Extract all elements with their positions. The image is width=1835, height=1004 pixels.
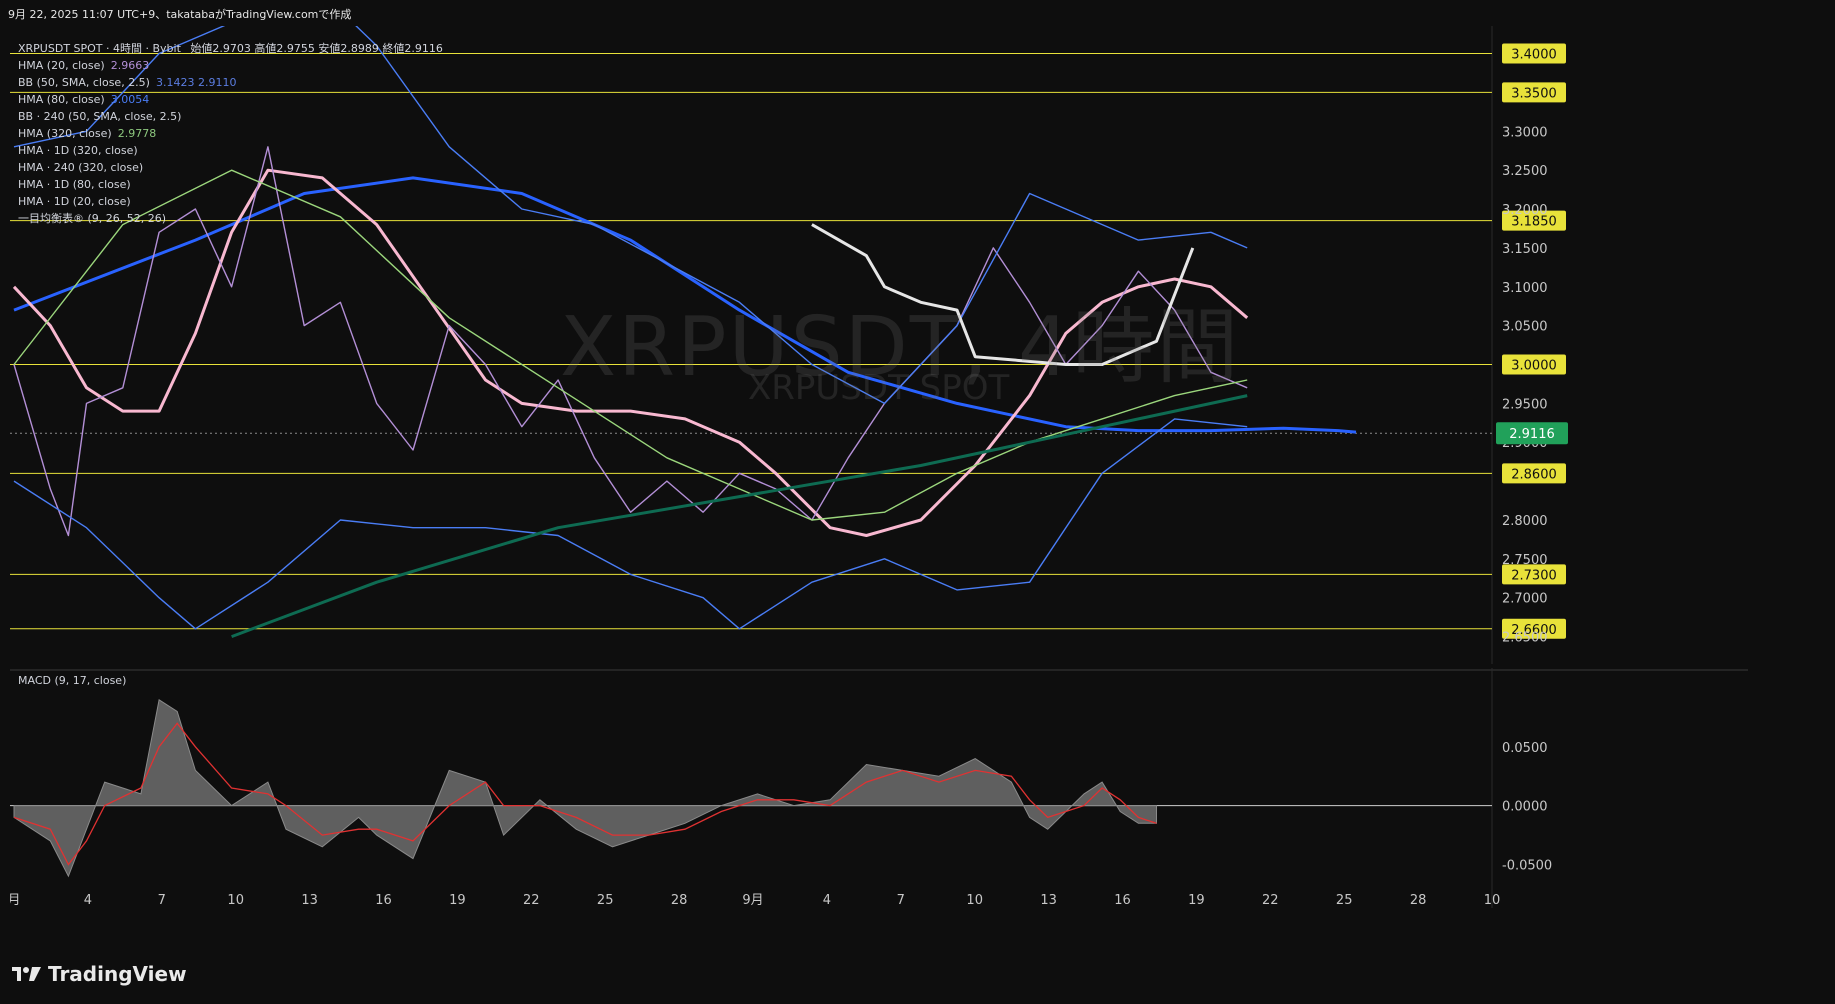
level-tag-label: 3.4000 [1511, 48, 1557, 63]
x-tick-label: 4 [84, 893, 92, 908]
x-tick-label: 22 [1262, 893, 1279, 908]
x-tick-label: 25 [597, 893, 614, 908]
legend-label: BB · 240 (50, SMA, close, 2.5) [18, 110, 182, 123]
macd-y-tick-label: 0.0000 [1502, 800, 1548, 815]
y-tick-label: 3.1500 [1502, 242, 1548, 257]
legend-row[interactable]: BB (50, SMA, close, 2.5) 3.1423 2.9110 [18, 74, 443, 91]
legend-label: 一目均衡表® (9, 26, 52, 26) [18, 212, 167, 225]
legend-value: 3.0054 [110, 93, 150, 106]
legend-row[interactable]: HMA · 1D (320, close) [18, 142, 443, 159]
macd-y-tick-label: 0.0500 [1502, 741, 1548, 756]
y-tick-label: 3.0500 [1502, 320, 1548, 335]
legend-label: HMA (20, close) [18, 59, 105, 72]
x-tick-label: 7 [897, 893, 905, 908]
x-tick-label: 16 [1114, 893, 1131, 908]
x-tick-label: 10 [966, 893, 983, 908]
legend-row[interactable]: HMA (80, close) 3.0054 [18, 91, 443, 108]
x-tick-label: 7 [158, 893, 166, 908]
y-tick-label: 2.7000 [1502, 592, 1548, 607]
level-tag-label: 3.0000 [1511, 358, 1557, 373]
x-tick-label: 9月 [742, 893, 763, 908]
macd-y-tick-label: -0.0500 [1502, 858, 1552, 873]
legend-rows: HMA (20, close) 2.9663 BB (50, SMA, close,… [18, 57, 443, 227]
x-tick-label: 月 [10, 893, 21, 908]
legend-label: HMA · 240 (320, close) [18, 161, 144, 174]
header-caption: 9月 22, 2025 11:07 UTC+9、takatabaがTrading… [8, 8, 352, 21]
legend-label: HMA (80, close) [18, 93, 105, 106]
legend-row[interactable]: BB · 240 (50, SMA, close, 2.5) [18, 108, 443, 125]
legend-row[interactable]: HMA · 1D (80, close) [18, 176, 443, 193]
x-tick-label: 10 [227, 893, 244, 908]
level-tag: 3.4000 [1502, 43, 1566, 64]
y-tick-label: 2.6500 [1502, 631, 1548, 646]
legend-label: HMA · 1D (20, close) [18, 195, 131, 208]
legend-value: 3.1423 2.9110 [155, 76, 237, 89]
last-price-label: 2.9116 [1509, 427, 1555, 442]
legend-ohlc: 始値2.9703 高値2.9755 安値2.8989 終値2.9116 [190, 42, 443, 55]
macd-title: MACD (9, 17, close) [18, 674, 127, 687]
x-tick-label: 28 [671, 893, 688, 908]
legend-row[interactable]: HMA · 240 (320, close) [18, 159, 443, 176]
level-tag: 3.3500 [1502, 82, 1566, 103]
y-tick-label: 2.7500 [1502, 553, 1548, 568]
legend-label: HMA (320, close) [18, 127, 112, 140]
level-tag-label: 2.7300 [1511, 568, 1557, 583]
x-tick-label: 28 [1410, 893, 1427, 908]
legend-value: 2.9663 [110, 59, 150, 72]
level-tag: 3.0000 [1502, 354, 1566, 375]
x-tick-label: 19 [449, 893, 466, 908]
tradingview-logo[interactable]: TradingView [12, 962, 187, 986]
level-tag: 2.8600 [1502, 463, 1566, 484]
y-tick-label: 2.8000 [1502, 514, 1548, 529]
legend-value: 2.9778 [117, 127, 157, 140]
y-tick-label: 3.1000 [1502, 281, 1548, 296]
legend-row[interactable]: HMA (20, close) 2.9663 [18, 57, 443, 74]
x-tick-label: 16 [375, 893, 392, 908]
x-tick-label: 25 [1336, 893, 1353, 908]
legend-title-row[interactable]: XRPUSDT SPOT · 4時間 · Bybit 始値2.9703 高値2.… [18, 40, 443, 57]
x-tick-label: 13 [301, 893, 318, 908]
indicator-legend: XRPUSDT SPOT · 4時間 · Bybit 始値2.9703 高値2.… [18, 40, 443, 227]
legend-row[interactable]: HMA · 1D (20, close) [18, 193, 443, 210]
legend-label: HMA · 1D (80, close) [18, 178, 131, 191]
y-tick-label: 3.2500 [1502, 164, 1548, 179]
watermark-exchange: XRPUSDT SPOT [748, 368, 1010, 408]
legend-symbol: XRPUSDT SPOT · 4時間 · Bybit [18, 42, 181, 55]
x-tick-label: 22 [523, 893, 540, 908]
legend-label: BB (50, SMA, close, 2.5) [18, 76, 150, 89]
x-tick-label: 13 [1040, 893, 1057, 908]
legend-row[interactable]: 一目均衡表® (9, 26, 52, 26) [18, 210, 443, 227]
x-tick-label: 19 [1188, 893, 1205, 908]
level-tag-label: 3.3500 [1511, 86, 1557, 101]
last-price-tag: 2.9116 [1496, 422, 1568, 445]
x-tick-label: 4 [823, 893, 831, 908]
y-tick-label: 2.9500 [1502, 397, 1548, 412]
x-tick-label: 10 [1484, 893, 1501, 908]
y-tick-label: 3.2000 [1502, 203, 1548, 218]
footer-brand: TradingView [48, 962, 187, 986]
level-tag-label: 2.8600 [1511, 467, 1557, 482]
legend-label: HMA · 1D (320, close) [18, 144, 138, 157]
macd-chart[interactable]: 0.0500 0.0000 -0.0500 月 4 7 10 13 16 19 22 25 28 9月 4 7… [10, 668, 1748, 908]
y-tick-label: 3.3000 [1502, 125, 1548, 140]
legend-row[interactable]: HMA (320, close) 2.9778 [18, 125, 443, 142]
tradingview-logo-icon [12, 967, 41, 981]
